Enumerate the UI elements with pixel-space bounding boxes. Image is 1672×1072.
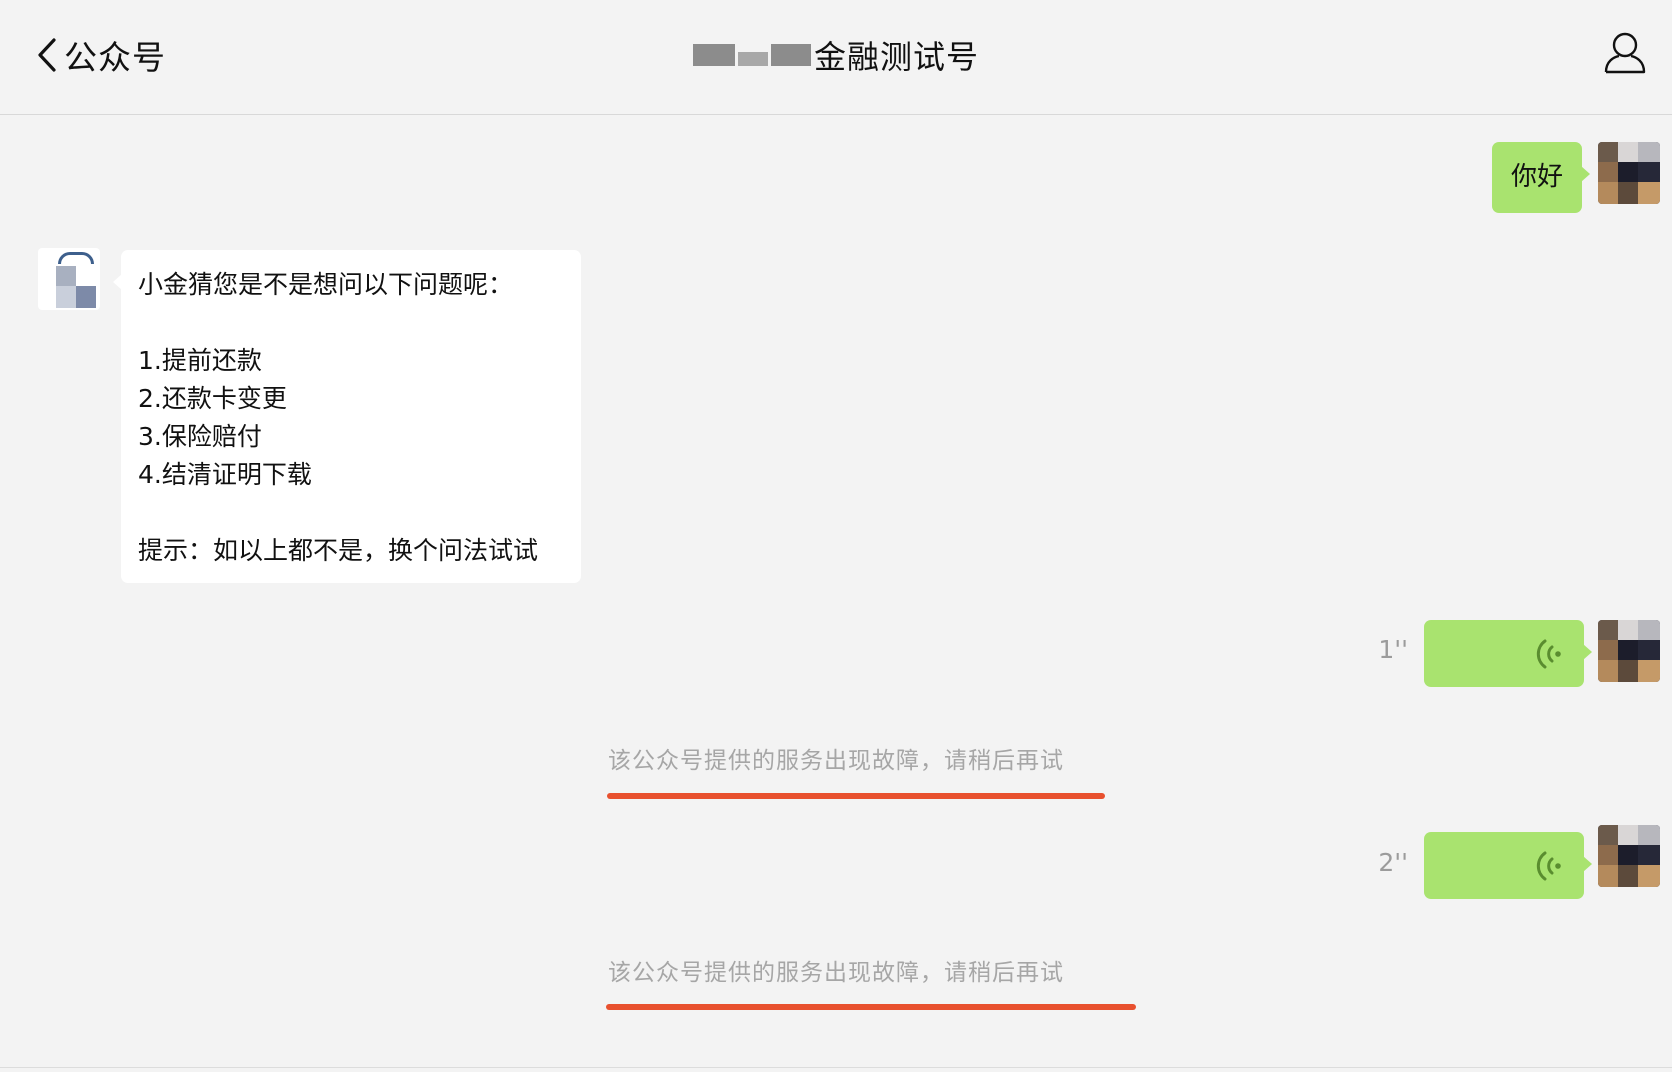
voice-wave-icon xyxy=(1536,639,1561,669)
title-container: 金融测试号 xyxy=(0,30,1672,80)
user-message-bubble[interactable]: 你好 xyxy=(1492,142,1590,213)
voice-duration: 1'' xyxy=(1378,635,1408,664)
person-outline-icon xyxy=(1604,32,1646,74)
system-notice: 该公众号提供的服务出现故障，请稍后再试 xyxy=(608,748,1064,774)
chat-area[interactable]: 你好 小金猜您是不是想问以下问题呢： 1.提前还款 2.还款卡变更 3.保险赔付… xyxy=(0,115,1672,1065)
title-redaction-block xyxy=(737,52,768,66)
voice-duration: 2'' xyxy=(1378,848,1408,877)
header-bar: 公众号 金融测试号 xyxy=(0,0,1672,115)
user-avatar[interactable] xyxy=(1598,142,1660,204)
bot-message-bubble[interactable]: 小金猜您是不是想问以下问题呢： 1.提前还款 2.还款卡变更 3.保险赔付 4.… xyxy=(113,250,581,583)
message-text: 你好 xyxy=(1510,162,1563,192)
message-text: 小金猜您是不是想问以下问题呢： 1.提前还款 2.还款卡变更 3.保险赔付 4.… xyxy=(138,270,539,565)
official-account-avatar[interactable] xyxy=(38,248,100,310)
system-notice: 该公众号提供的服务出现故障，请稍后再试 xyxy=(608,960,1064,986)
annotation-underline xyxy=(606,1004,1136,1010)
user-avatar[interactable] xyxy=(1598,620,1660,682)
user-avatar[interactable] xyxy=(1598,825,1660,887)
page-title: 金融测试号 xyxy=(813,38,979,76)
voice-message-bubble[interactable] xyxy=(1424,832,1592,899)
annotation-underline xyxy=(607,793,1105,799)
voice-message-bubble[interactable] xyxy=(1424,620,1592,687)
voice-wave-icon xyxy=(1536,851,1561,881)
profile-button[interactable] xyxy=(1602,30,1648,76)
title-redaction-block xyxy=(770,44,811,66)
input-bar-divider xyxy=(0,1067,1672,1068)
title-redaction-block xyxy=(692,44,735,66)
